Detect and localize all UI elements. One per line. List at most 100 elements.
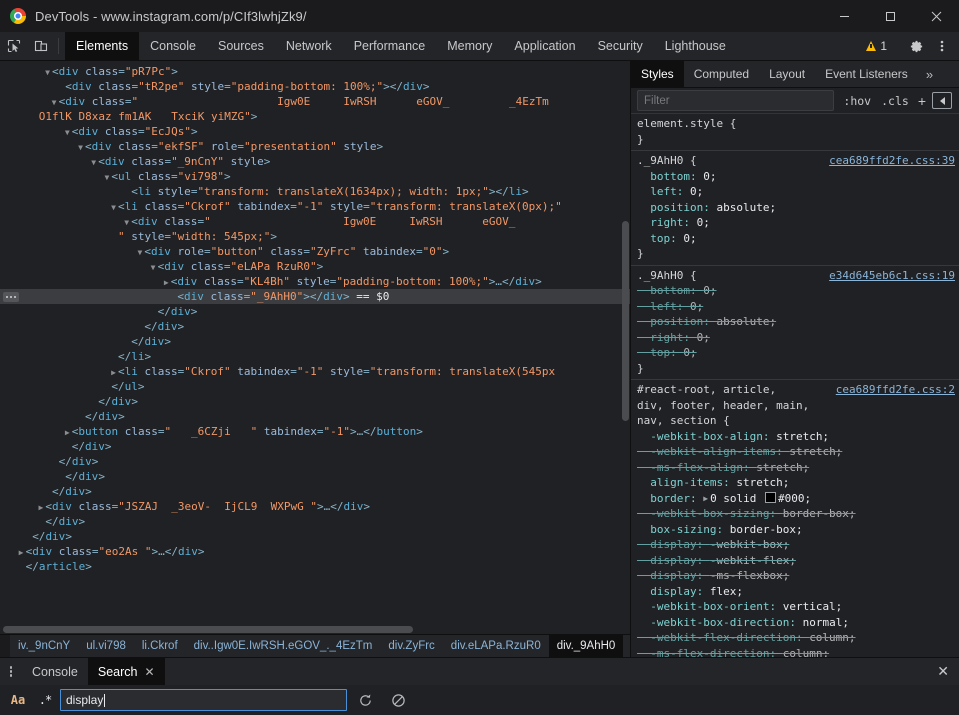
- dom-node[interactable]: </div>: [0, 334, 630, 349]
- style-rule-origin-link[interactable]: cea689ffd2fe.css:2: [828, 382, 955, 398]
- style-declaration[interactable]: -webkit-box-sizing: border-box;: [631, 506, 959, 522]
- expand-shorthand-icon[interactable]: ▶: [703, 491, 708, 507]
- close-search-tab-icon[interactable]: ✕: [144, 665, 154, 679]
- style-declaration[interactable]: left: 0;: [631, 184, 959, 200]
- dom-node[interactable]: </div>: [0, 394, 630, 409]
- expand-twisty-icon[interactable]: ▼: [89, 155, 98, 170]
- dom-node[interactable]: " style="width: 545px;">: [0, 229, 630, 244]
- breadcrumb-item[interactable]: div.eLAPa.RzuR0: [443, 635, 549, 657]
- breadcrumb-item[interactable]: li.Ckrof: [134, 635, 186, 657]
- dom-node[interactable]: O1flK D8xaz fm1AK TxciK yiMZG">: [0, 109, 630, 124]
- node-overflow-badge[interactable]: [3, 292, 19, 302]
- inspect-element-icon[interactable]: [0, 32, 27, 60]
- minimize-button[interactable]: [821, 0, 867, 32]
- style-rule[interactable]: ._9AhH0 {cea689ffd2fe.css:39 bottom: 0; …: [631, 151, 959, 266]
- tab-layout[interactable]: Layout: [759, 61, 815, 87]
- tab-sources[interactable]: Sources: [207, 32, 275, 60]
- style-declaration[interactable]: -webkit-box-orient: vertical;: [631, 599, 959, 615]
- tab-console[interactable]: Console: [139, 32, 207, 60]
- style-declaration[interactable]: top: 0;: [631, 345, 959, 361]
- dom-node[interactable]: ▼ <div class="EcJQs">: [0, 124, 630, 139]
- dom-node[interactable]: </article>: [0, 559, 630, 574]
- regex-icon[interactable]: .*: [33, 689, 57, 711]
- collapse-twisty-icon[interactable]: ▶: [109, 365, 118, 380]
- dom-node[interactable]: ▼ <div class="ekfSF" role="presentation" …: [0, 139, 630, 154]
- dom-node[interactable]: </div>: [0, 469, 630, 484]
- styles-tabs-overflow-icon[interactable]: »: [918, 61, 941, 87]
- dom-node[interactable]: </div>: [0, 304, 630, 319]
- dom-node[interactable]: </div>: [0, 409, 630, 424]
- style-declaration[interactable]: -ms-flex-direction: column;: [631, 646, 959, 658]
- style-declaration[interactable]: display: -ms-flexbox;: [631, 568, 959, 584]
- maximize-button[interactable]: [867, 0, 913, 32]
- gear-icon[interactable]: [903, 33, 929, 59]
- style-declaration[interactable]: position: absolute;: [631, 200, 959, 216]
- styles-filter-input[interactable]: Filter: [637, 90, 835, 111]
- style-declaration[interactable]: right: 0;: [631, 215, 959, 231]
- style-rule[interactable]: ._9AhH0 {e34d645eb6c1.css:19 bottom: 0; …: [631, 266, 959, 380]
- tab-lighthouse[interactable]: Lighthouse: [654, 32, 737, 60]
- tab-event-listeners[interactable]: Event Listeners: [815, 61, 918, 87]
- style-declaration[interactable]: right: 0;: [631, 330, 959, 346]
- dom-tree-scrollbar[interactable]: [620, 61, 630, 624]
- breadcrumb[interactable]: iv._9nCnY ul.vi798 li.Ckrof div..Igw0E.IwRS…: [0, 634, 630, 657]
- dom-node[interactable]: ▶ <li class="Ckrof" tabindex="-1" style="…: [0, 364, 630, 379]
- tab-performance[interactable]: Performance: [343, 32, 437, 60]
- styles-rules-list[interactable]: element.style {} ._9AhH0 {cea689ffd2fe.cs…: [631, 114, 959, 657]
- search-input[interactable]: display: [60, 689, 347, 711]
- dom-node[interactable]: ▶ <div class="KL4Bh" style="padding-botto…: [0, 274, 630, 289]
- style-declaration[interactable]: top: 0;: [631, 231, 959, 247]
- dom-node[interactable]: ▼ <div class="_9nCnY" style>: [0, 154, 630, 169]
- breadcrumb-item[interactable]: ul.vi798: [78, 635, 134, 657]
- tab-application[interactable]: Application: [503, 32, 586, 60]
- tab-network[interactable]: Network: [275, 32, 343, 60]
- refresh-icon[interactable]: [350, 688, 380, 712]
- dom-node-selected[interactable]: <div class="_9AhH0"></div> == $0: [0, 289, 630, 304]
- collapse-twisty-icon[interactable]: ▶: [17, 545, 26, 560]
- tab-security[interactable]: Security: [587, 32, 654, 60]
- dom-node[interactable]: ▼ <div class="pR7Pc">: [0, 64, 630, 79]
- style-rule-selector[interactable]: ._9AhH0 {: [637, 153, 697, 169]
- dom-tree[interactable]: <div class="pR7Pc">▼<div class="pR7Pc"> …: [0, 61, 630, 624]
- dom-node[interactable]: </div>: [0, 529, 630, 544]
- collapse-twisty-icon[interactable]: ▶: [63, 425, 72, 440]
- breadcrumb-item[interactable]: iv._9nCnY: [10, 635, 78, 657]
- style-rule-origin-link[interactable]: cea689ffd2fe.css:39: [821, 153, 955, 169]
- dom-node[interactable]: ▶ <button class=" _6CZji " tabindex="-1">…: [0, 424, 630, 439]
- close-drawer-icon[interactable]: ✕: [937, 658, 959, 685]
- style-declaration[interactable]: bottom: 0;: [631, 283, 959, 299]
- style-declaration[interactable]: -ms-flex-align: stretch;: [631, 460, 959, 476]
- collapse-twisty-icon[interactable]: ▶: [162, 275, 171, 290]
- breadcrumb-item-selected[interactable]: div._9AhH0: [548, 635, 624, 657]
- style-declaration[interactable]: -webkit-align-items: stretch;: [631, 444, 959, 460]
- tab-elements[interactable]: Elements: [65, 32, 140, 60]
- style-declaration[interactable]: display: -webkit-box;: [631, 537, 959, 553]
- breadcrumb-item[interactable]: div..Igw0E.IwRSH.eGOV_._4EzTm: [186, 635, 381, 657]
- drawer-more-icon[interactable]: [0, 658, 22, 685]
- style-rule-selector[interactable]: ._9AhH0 {: [637, 268, 697, 284]
- style-declaration[interactable]: box-sizing: border-box;: [631, 522, 959, 538]
- warning-badge[interactable]: 1: [859, 39, 894, 53]
- breadcrumb-overflow[interactable]: …: [623, 635, 630, 657]
- match-case-icon[interactable]: Aa: [6, 689, 30, 711]
- style-rule-selector[interactable]: #react-root, article, div, footer, heade…: [637, 382, 828, 429]
- expand-twisty-icon[interactable]: ▼: [63, 125, 72, 140]
- style-declaration[interactable]: align-items: stretch;: [631, 475, 959, 491]
- show-computed-sidebar-icon[interactable]: [932, 92, 952, 109]
- dom-node[interactable]: </div>: [0, 514, 630, 529]
- device-toolbar-icon[interactable]: [27, 32, 54, 60]
- style-declaration[interactable]: display: -webkit-flex;: [631, 553, 959, 569]
- dom-node[interactable]: ▶ <div class="eo2As ">…</div>: [0, 544, 630, 559]
- style-declaration[interactable]: border: ▶ 0 solid #000;: [631, 491, 959, 507]
- tab-memory[interactable]: Memory: [436, 32, 503, 60]
- dom-node[interactable]: ▶ <div class="JSZAJ _3eoV- IjCL9 WXPwG ">…: [0, 499, 630, 514]
- style-rule[interactable]: #react-root, article, div, footer, heade…: [631, 380, 959, 657]
- dom-node[interactable]: ▼ <li class="Ckrof" tabindex="-1" style="…: [0, 199, 630, 214]
- expand-twisty-icon[interactable]: ▼: [43, 65, 52, 80]
- expand-twisty-icon[interactable]: ▼: [50, 95, 59, 110]
- dom-node[interactable]: <li style="transform: translateX(1634px)…: [0, 184, 630, 199]
- cls-button[interactable]: .cls: [876, 94, 914, 108]
- style-declaration[interactable]: left: 0;: [631, 299, 959, 315]
- breadcrumb-item[interactable]: div.ZyFrc: [380, 635, 442, 657]
- dom-node[interactable]: ▼ <div class="eLAPa RzuR0">: [0, 259, 630, 274]
